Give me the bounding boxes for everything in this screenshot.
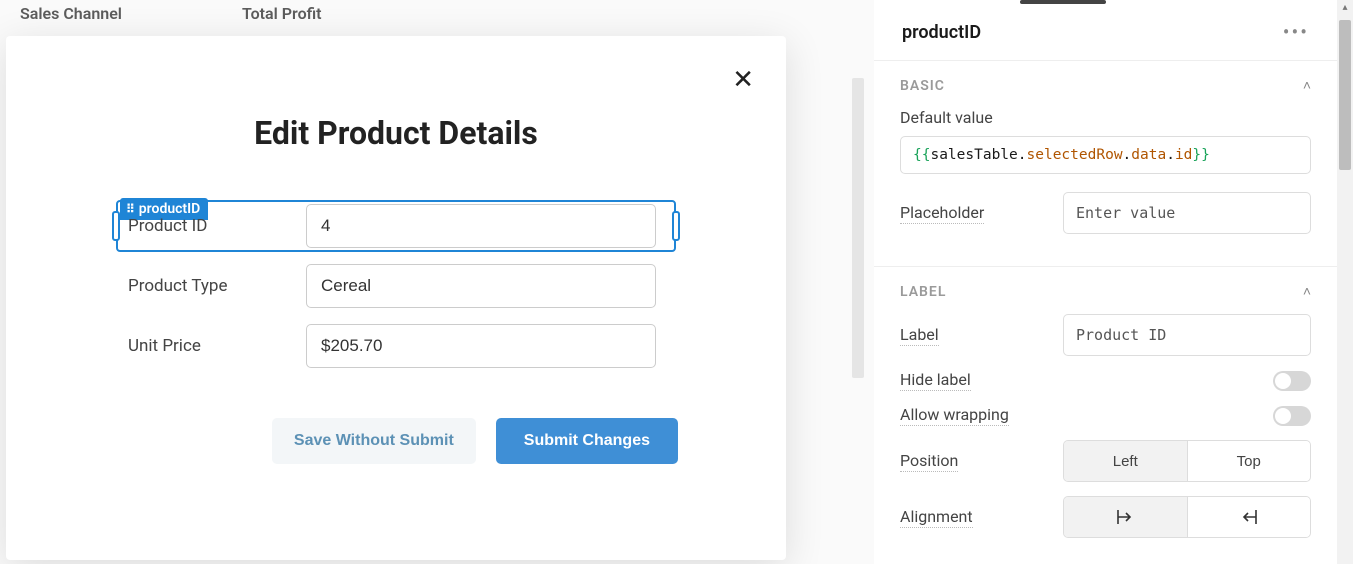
field-label: Product Type — [120, 276, 306, 296]
align-right-button[interactable] — [1188, 497, 1311, 537]
alignment-segmented — [1063, 496, 1311, 538]
align-right-icon — [1240, 509, 1258, 525]
position-left-button[interactable]: Left — [1064, 441, 1187, 481]
allow-wrapping-label: Allow wrapping — [900, 405, 1009, 426]
resize-handle-right[interactable] — [672, 211, 680, 241]
field-label: Unit Price — [120, 336, 306, 356]
chevron-up-icon: ˄ — [1303, 77, 1311, 94]
field-label: Product ID — [120, 216, 306, 236]
section-header-label[interactable]: LABEL ˄ — [900, 283, 1311, 300]
chevron-up-icon: ˄ — [1303, 283, 1311, 300]
position-segmented: Left Top — [1063, 440, 1311, 482]
product-type-input[interactable] — [306, 264, 656, 308]
section-title: BASIC — [900, 78, 945, 94]
alignment-label: Alignment — [900, 507, 973, 528]
default-value-input[interactable]: {{salesTable.selectedRow.data.id}} — [900, 136, 1311, 174]
form-row-product-type[interactable]: Product Type — [120, 264, 672, 308]
save-without-submit-button[interactable]: Save Without Submit — [272, 418, 476, 464]
hide-label-toggle[interactable] — [1273, 371, 1311, 391]
scrollbar[interactable]: ▴ — [1337, 0, 1353, 564]
default-value-label: Default value — [900, 108, 1311, 128]
product-id-input[interactable] — [306, 204, 656, 248]
section-basic: BASIC ˄ Default value {{salesTable.selec… — [874, 60, 1337, 266]
submit-changes-button[interactable]: Submit Changes — [496, 418, 678, 464]
placeholder-input[interactable] — [1063, 192, 1311, 234]
label-label: Label — [900, 325, 939, 346]
label-input[interactable] — [1063, 314, 1311, 356]
section-header-basic[interactable]: BASIC ˄ — [900, 77, 1311, 94]
inspector-title: productID — [902, 22, 981, 43]
align-left-icon — [1116, 509, 1134, 525]
position-top-button[interactable]: Top — [1188, 441, 1311, 481]
resize-handle-left[interactable] — [112, 211, 120, 241]
more-options-icon[interactable]: ••• — [1283, 20, 1309, 44]
inspector-panel: productID ••• BASIC ˄ Default value {{sa… — [874, 0, 1337, 564]
section-label: LABEL ˄ Label Hide label Allow wrapping … — [874, 266, 1337, 556]
edit-product-modal: ✕ Edit Product Details productID Product… — [6, 36, 786, 560]
form-row-product-id[interactable]: Product ID — [116, 200, 676, 252]
unit-price-input[interactable] — [306, 324, 656, 368]
table-header-cell[interactable]: Sales Channel — [10, 0, 142, 29]
modal-title: Edit Product Details — [56, 114, 736, 152]
allow-wrapping-toggle[interactable] — [1273, 406, 1311, 426]
scrollbar-thumb[interactable] — [1339, 20, 1351, 170]
table-header: Sales Channel Total Profit — [0, 0, 874, 29]
minimap-scroll[interactable] — [852, 78, 864, 378]
position-label: Position — [900, 451, 958, 472]
align-left-button[interactable] — [1064, 497, 1187, 537]
hide-label-label: Hide label — [900, 370, 971, 391]
placeholder-label: Placeholder — [900, 203, 984, 224]
form-row-unit-price[interactable]: Unit Price — [120, 324, 672, 368]
scroll-up-icon[interactable]: ▴ — [1337, 2, 1353, 13]
form-rows: Product ID Product Type Unit Price — [120, 200, 672, 368]
active-tab-indicator — [1020, 0, 1106, 4]
close-icon[interactable]: ✕ — [732, 66, 754, 92]
table-header-cell[interactable]: Total Profit — [232, 0, 332, 29]
section-title: LABEL — [900, 284, 946, 300]
